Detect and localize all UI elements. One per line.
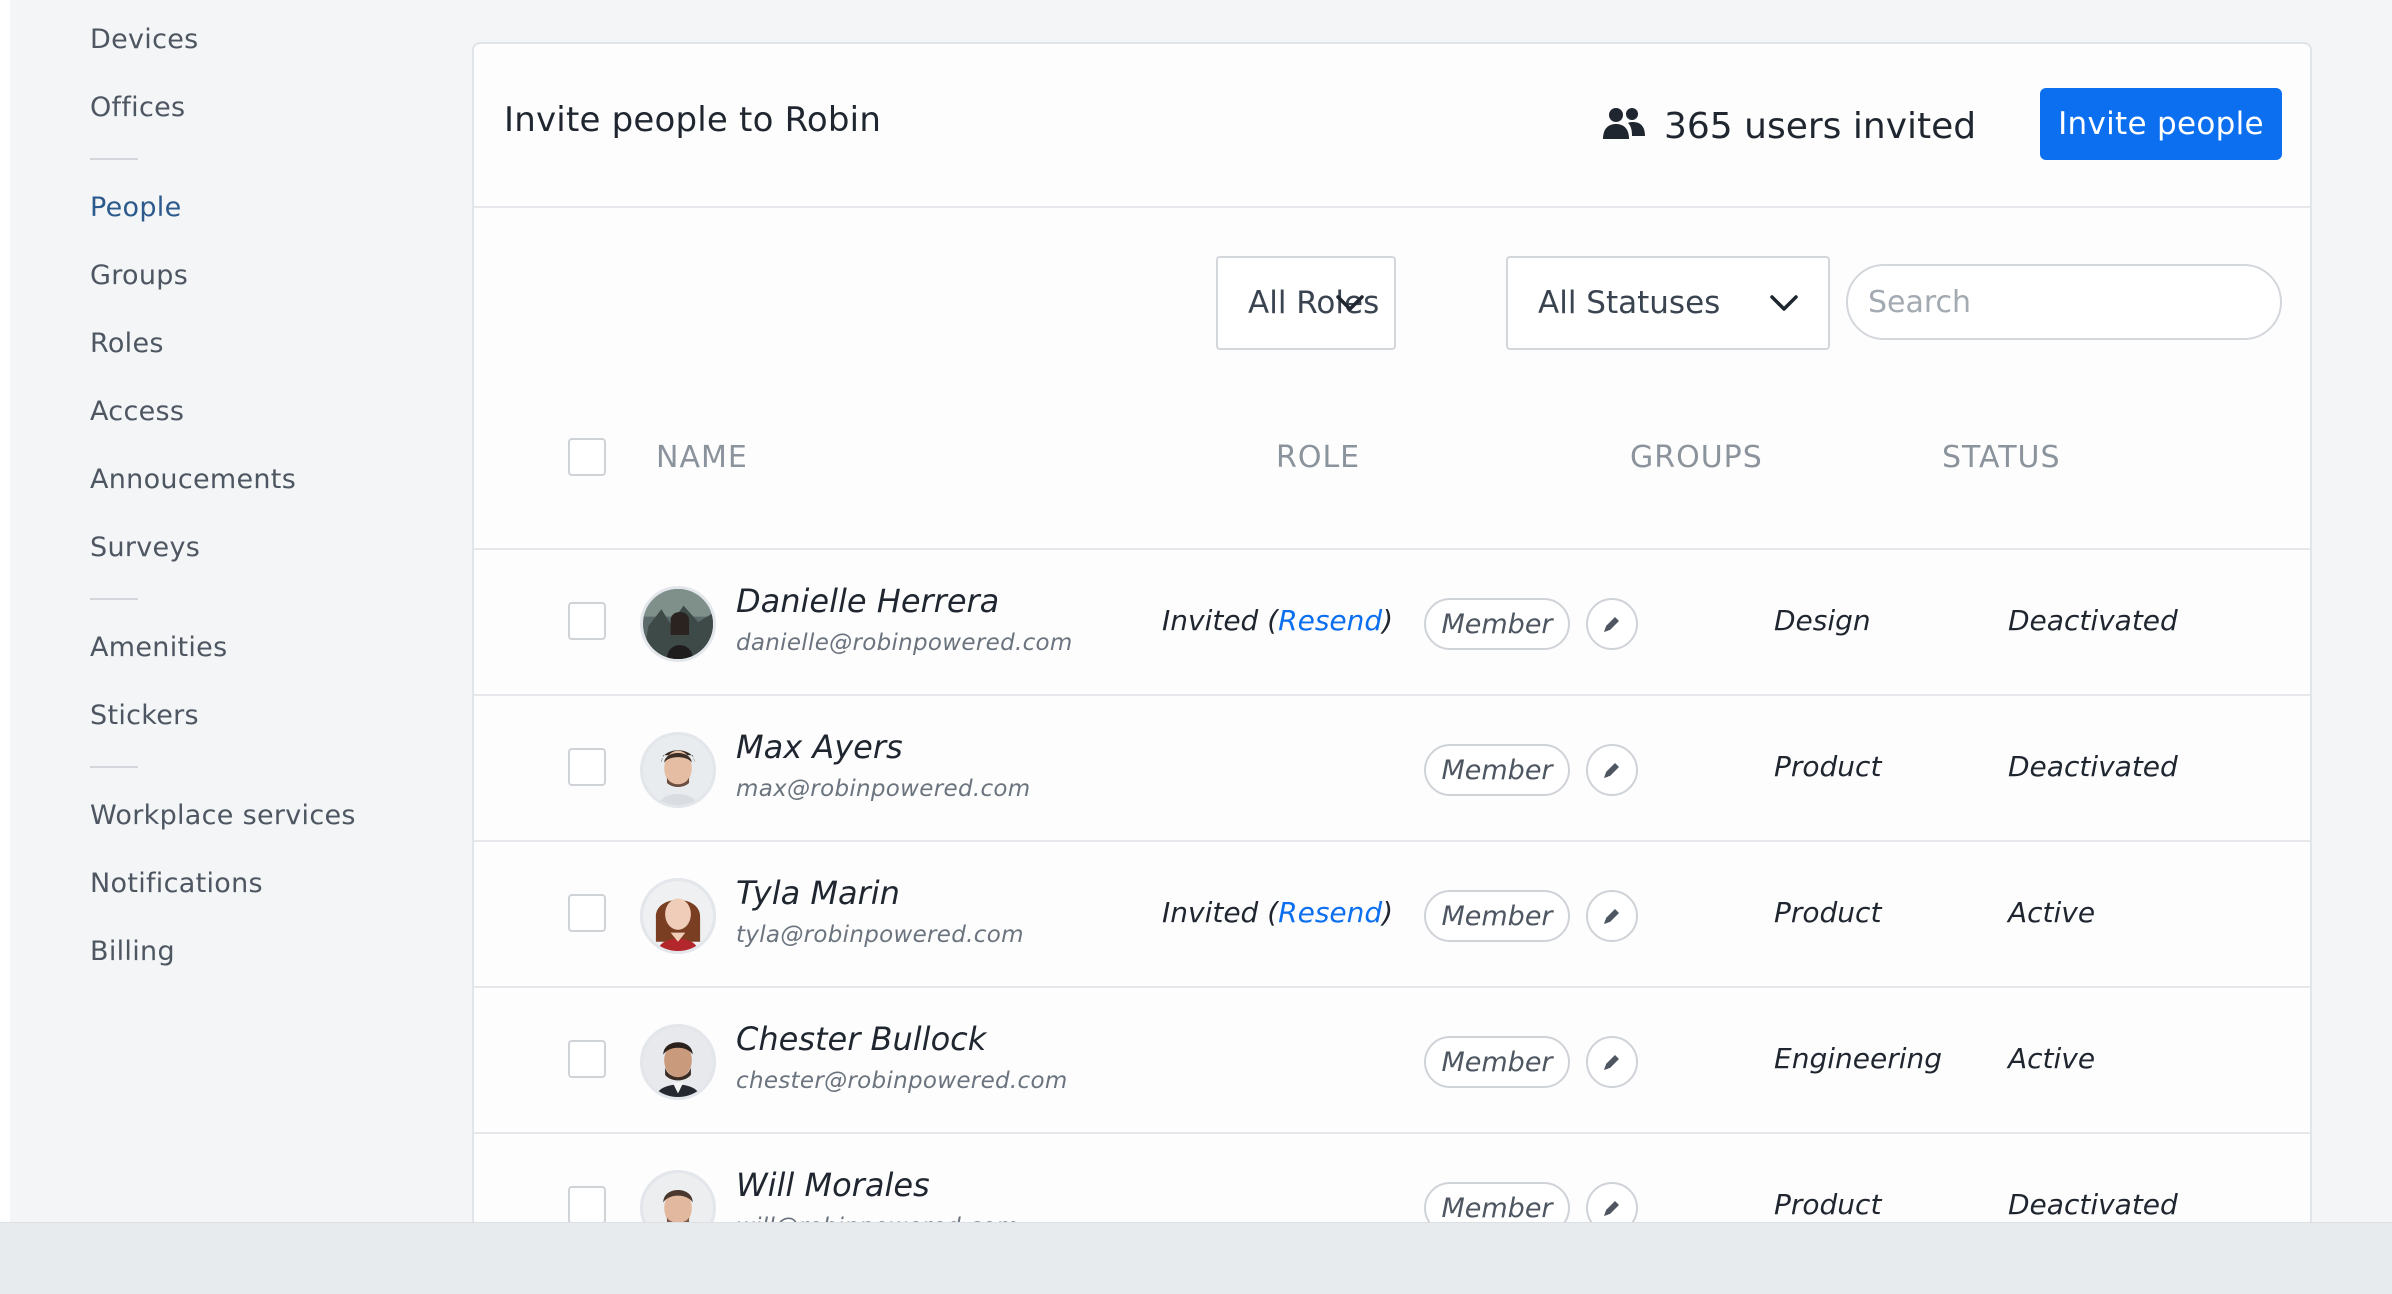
group-cell: Product: [1774, 896, 1882, 929]
sidebar-item-groups[interactable]: Groups: [90, 260, 188, 291]
edit-role-button[interactable]: [1586, 1182, 1638, 1222]
status-cell: Deactivated: [2008, 1188, 2178, 1221]
chevron-down-icon: [1770, 295, 1798, 311]
edit-role-button[interactable]: [1586, 744, 1638, 796]
column-header-name[interactable]: NAME: [656, 440, 748, 475]
avatar: [640, 878, 716, 954]
edit-role-button[interactable]: [1586, 1036, 1638, 1088]
invite-status: Invited (Resend): [1162, 896, 1393, 929]
resend-link[interactable]: Resend: [1278, 896, 1382, 929]
resend-link[interactable]: Resend: [1278, 604, 1382, 637]
edit-role-button[interactable]: [1586, 890, 1638, 942]
role-pill[interactable]: Member: [1424, 1182, 1570, 1222]
user-name: Will Morales: [736, 1166, 930, 1204]
table-row[interactable]: Chester Bullock chester@robinpowered.com…: [474, 988, 2310, 1134]
sidebar-divider: [90, 766, 138, 768]
invite-people-button[interactable]: Invite people: [2040, 88, 2282, 160]
invited-label: Invited (: [1162, 604, 1279, 637]
user-name: Max Ayers: [736, 728, 903, 766]
role-pill[interactable]: Member: [1424, 1036, 1570, 1088]
avatar: [640, 1170, 716, 1222]
group-cell: Product: [1774, 750, 1882, 783]
row-checkbox[interactable]: [568, 1186, 606, 1222]
sidebar-item-amenities[interactable]: Amenities: [90, 632, 227, 663]
pencil-icon: [1604, 1201, 1619, 1216]
users-invited-count: 365 users invited: [1664, 106, 1977, 147]
pencil-icon: [1604, 617, 1619, 632]
table-row[interactable]: Tyla Marin tyla@robinpowered.com Invited…: [474, 842, 2310, 988]
user-email: max@robinpowered.com: [736, 776, 1031, 802]
status-cell: Active: [2008, 896, 2096, 929]
avatar: [640, 1024, 716, 1100]
card-header: Invite people to Robin 365 users invited…: [474, 44, 2310, 208]
statuses-filter-label: All Statuses: [1538, 285, 1721, 321]
left-edge: [0, 0, 10, 1222]
sidebar-item-devices[interactable]: Devices: [90, 24, 199, 55]
avatar: [640, 586, 716, 662]
role-pill[interactable]: Member: [1424, 744, 1570, 796]
row-checkbox[interactable]: [568, 894, 606, 932]
row-checkbox[interactable]: [568, 1040, 606, 1078]
column-header-groups[interactable]: GROUPS: [1630, 440, 1763, 475]
sidebar-item-roles[interactable]: Roles: [90, 328, 164, 359]
users-icon: [1603, 108, 1645, 139]
user-name: Chester Bullock: [736, 1020, 987, 1058]
pencil-icon: [1604, 763, 1619, 778]
user-name: Tyla Marin: [736, 874, 900, 912]
user-email: will@robinpowered.com: [736, 1214, 1019, 1222]
pencil-icon: [1604, 1055, 1619, 1070]
sidebar-item-notifications[interactable]: Notifications: [90, 868, 263, 899]
pencil-icon: [1604, 909, 1619, 924]
sidebar-item-annoucements[interactable]: Annoucements: [90, 464, 296, 495]
roles-filter-dropdown[interactable]: All Roles: [1216, 256, 1396, 350]
row-checkbox[interactable]: [568, 748, 606, 786]
role-pill[interactable]: Member: [1424, 598, 1570, 650]
status-cell: Deactivated: [2008, 604, 2178, 637]
user-email: tyla@robinpowered.com: [736, 922, 1024, 948]
chevron-down-icon: [1336, 295, 1364, 311]
edit-role-button[interactable]: [1586, 598, 1638, 650]
page-title: Invite people to Robin: [504, 100, 882, 140]
bottom-bar: [0, 1222, 2392, 1294]
select-all-checkbox[interactable]: [568, 438, 606, 476]
role-pill[interactable]: Member: [1424, 890, 1570, 942]
invited-label: Invited (: [1162, 896, 1279, 929]
user-email: chester@robinpowered.com: [736, 1068, 1068, 1094]
statuses-filter-dropdown[interactable]: All Statuses: [1506, 256, 1830, 350]
sidebar-divider: [90, 598, 138, 600]
sidebar-item-stickers[interactable]: Stickers: [90, 700, 199, 731]
user-email: danielle@robinpowered.com: [736, 630, 1073, 656]
row-checkbox[interactable]: [568, 602, 606, 640]
table-row[interactable]: Max Ayers max@robinpowered.com Member Pr…: [474, 696, 2310, 842]
status-cell: Active: [2008, 1042, 2096, 1075]
sidebar-item-offices[interactable]: Offices: [90, 92, 185, 123]
invited-label-close: ): [1382, 896, 1394, 929]
sidebar-item-billing[interactable]: Billing: [90, 936, 175, 967]
avatar: [640, 732, 716, 808]
table-row[interactable]: Will Morales will@robinpowered.com Membe…: [474, 1134, 2310, 1222]
column-header-status[interactable]: STATUS: [1942, 440, 2061, 475]
group-cell: Design: [1774, 604, 1871, 637]
app-window: Devices Offices People Groups Roles Acce…: [0, 0, 2392, 1222]
sidebar-item-people[interactable]: People: [90, 192, 182, 223]
user-name: Danielle Herrera: [736, 582, 1000, 620]
column-header-role[interactable]: ROLE: [1276, 440, 1360, 475]
status-cell: Deactivated: [2008, 750, 2178, 783]
sidebar-item-workplace-services[interactable]: Workplace services: [90, 800, 356, 831]
sidebar-divider: [90, 158, 138, 160]
invited-label-close: ): [1382, 604, 1394, 637]
sidebar-item-surveys[interactable]: Surveys: [90, 532, 200, 563]
group-cell: Engineering: [1774, 1042, 1942, 1075]
search-input[interactable]: [1846, 264, 2282, 340]
group-cell: Product: [1774, 1188, 1882, 1221]
sidebar-item-access[interactable]: Access: [90, 396, 184, 427]
table-row[interactable]: Danielle Herrera danielle@robinpowered.c…: [474, 550, 2310, 696]
invite-status: Invited (Resend): [1162, 604, 1393, 637]
people-card: Invite people to Robin 365 users invited…: [472, 42, 2312, 1222]
